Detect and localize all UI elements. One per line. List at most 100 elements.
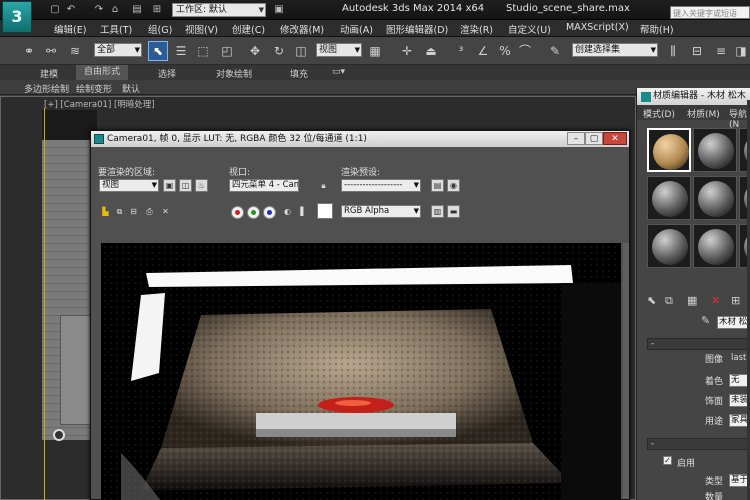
minimize-button[interactable]: – bbox=[567, 132, 585, 145]
named-selection-dropdown[interactable]: 创建选择集 ▼ bbox=[572, 43, 658, 57]
menu-create[interactable]: 创建(C) bbox=[232, 22, 265, 36]
new-icon[interactable]: ▢ bbox=[48, 3, 62, 16]
panel-defaults[interactable]: 默认 bbox=[122, 82, 140, 95]
blue-channel-toggle[interactable] bbox=[263, 206, 276, 219]
clear-icon[interactable]: ✕ bbox=[159, 205, 172, 218]
render-preset-dropdown[interactable]: ------------------- ▼ bbox=[341, 179, 421, 192]
menu-views[interactable]: 视图(V) bbox=[185, 22, 218, 36]
search-input[interactable]: 键入关键字或短语 bbox=[670, 6, 750, 19]
render-setup-icon[interactable]: ▤ bbox=[431, 179, 444, 192]
material-slot[interactable] bbox=[647, 128, 691, 172]
menu-tools[interactable]: 工具(T) bbox=[100, 22, 132, 36]
tab-object-paint[interactable]: 对象绘制 bbox=[216, 67, 252, 80]
toggle-ui-icon[interactable]: ▥ bbox=[431, 205, 444, 218]
save-image-icon[interactable]: ▙ bbox=[99, 205, 112, 218]
material-slot[interactable] bbox=[693, 128, 737, 172]
teapot-icon[interactable]: ♨ bbox=[195, 179, 208, 192]
bind-spacewarp-icon[interactable]: ≋ bbox=[66, 42, 84, 60]
menu-edit[interactable]: 编辑(E) bbox=[54, 22, 86, 36]
snap-3d-icon[interactable]: ³ bbox=[452, 42, 470, 60]
scale-icon[interactable]: ◫ bbox=[292, 42, 310, 60]
reference-coord-dropdown[interactable]: 视图 ▼ bbox=[316, 43, 362, 57]
material-slot[interactable] bbox=[647, 176, 691, 220]
rollout-header[interactable]: - bbox=[647, 338, 750, 350]
green-channel-toggle[interactable] bbox=[247, 206, 260, 219]
move-icon[interactable]: ✥ bbox=[246, 42, 264, 60]
undo-icon[interactable]: ↶ bbox=[64, 3, 78, 16]
app-logo[interactable]: 3 bbox=[2, 1, 32, 33]
tab-freeform[interactable]: 自由形式 bbox=[76, 65, 129, 80]
panel-paint-deform[interactable]: 绘制变形 bbox=[76, 82, 112, 95]
rotate-icon[interactable]: ↻ bbox=[270, 42, 288, 60]
get-material-icon[interactable]: ⬉ bbox=[647, 294, 656, 307]
alpha-channel-icon[interactable]: ◐ bbox=[281, 205, 294, 218]
reset-map-icon[interactable]: ✕ bbox=[711, 294, 720, 307]
enable-checkbox[interactable]: ✓ bbox=[663, 456, 672, 465]
viewport-light-gizmo[interactable] bbox=[53, 429, 65, 441]
menu-modes[interactable]: 模式(D) bbox=[643, 107, 675, 120]
monochrome-icon[interactable]: ▌ bbox=[297, 205, 310, 218]
copy-image-icon[interactable]: ⧉ bbox=[113, 205, 126, 218]
select-object-icon[interactable]: ⬉ bbox=[148, 41, 168, 61]
menu-rendering[interactable]: 渲染(R) bbox=[460, 22, 493, 36]
viewport-dropdown[interactable]: 四元菜单 4 - Cam bbox=[229, 179, 299, 192]
ribbon-options-icon[interactable]: ▭▾ bbox=[332, 67, 345, 77]
redo-icon[interactable]: ↷ bbox=[92, 3, 106, 16]
put-to-scene-icon[interactable]: ⧉ bbox=[665, 294, 673, 308]
menu-modifiers[interactable]: 修改器(M) bbox=[280, 22, 324, 36]
keyboard-shortcut-icon[interactable]: ⏏ bbox=[422, 42, 440, 60]
rollout-header[interactable]: - bbox=[647, 438, 750, 450]
open-icon[interactable]: ⌂ bbox=[108, 3, 122, 16]
menu-animation[interactable]: 动画(A) bbox=[340, 22, 373, 36]
eyedropper-icon[interactable]: ✎ bbox=[701, 314, 710, 327]
spinner-snap-icon[interactable]: ⌒ bbox=[516, 42, 534, 60]
help-icon[interactable]: ▣ bbox=[272, 3, 286, 16]
menu-group[interactable]: 组(G) bbox=[148, 22, 172, 36]
select-manipulate-icon[interactable]: ✛ bbox=[398, 42, 416, 60]
material-slot[interactable] bbox=[693, 176, 737, 220]
select-by-name-icon[interactable]: ☰ bbox=[172, 42, 190, 60]
angle-snap-icon[interactable]: ∠ bbox=[474, 42, 492, 60]
edit-named-selection-icon[interactable]: ✎ bbox=[546, 42, 564, 60]
tab-populate[interactable]: 填充 bbox=[290, 67, 308, 80]
viewport-label[interactable]: [+] [Camera01] [明暗处理] bbox=[44, 98, 155, 110]
tab-selection[interactable]: 选择 bbox=[158, 67, 176, 80]
unlink-icon[interactable]: ⚯ bbox=[42, 42, 60, 60]
material-name-field[interactable]: 木材 松木 bbox=[717, 316, 750, 329]
panel-polydraw[interactable]: 多边形绘制 bbox=[24, 82, 69, 95]
menu-graph-editors[interactable]: 图形编辑器(D) bbox=[386, 22, 448, 36]
layer-manager-icon[interactable]: ≡ bbox=[712, 42, 730, 60]
menu-material[interactable]: 材质(M) bbox=[687, 107, 720, 120]
material-slot[interactable] bbox=[647, 224, 691, 268]
make-unique-icon[interactable]: ⊞ bbox=[731, 294, 740, 307]
menu-customize[interactable]: 自定义(U) bbox=[508, 22, 551, 36]
auto-region-icon[interactable]: ◫ bbox=[179, 179, 192, 192]
percent-snap-icon[interactable]: % bbox=[496, 42, 514, 60]
area-to-render-dropdown[interactable]: 视图 ▼ bbox=[99, 179, 159, 192]
render-window-scrollbar[interactable] bbox=[623, 243, 629, 499]
save-icon[interactable]: ▤ bbox=[130, 3, 144, 16]
graphite-toggle-icon[interactable]: ◨ bbox=[732, 42, 750, 60]
print-icon[interactable]: ⎙ bbox=[143, 205, 156, 218]
red-channel-toggle[interactable] bbox=[231, 206, 244, 219]
color-swatch[interactable] bbox=[317, 203, 333, 219]
maximize-button[interactable]: ▢ bbox=[585, 132, 603, 145]
align-icon[interactable]: ⊟ bbox=[688, 42, 706, 60]
lock-icon[interactable]: 🔒︎ bbox=[317, 179, 330, 192]
toggle-overlay-icon[interactable]: ▬ bbox=[447, 205, 460, 218]
link-icon[interactable]: ⚭ bbox=[20, 42, 38, 60]
assign-to-selection-icon[interactable]: ▦ bbox=[687, 294, 697, 307]
channel-display-dropdown[interactable]: RGB Alpha ▼ bbox=[341, 205, 421, 218]
pivot-center-icon[interactable]: ▦ bbox=[366, 42, 384, 60]
material-slot[interactable] bbox=[693, 224, 737, 268]
selection-filter-dropdown[interactable]: 全部 ▼ bbox=[94, 43, 142, 57]
menu-help[interactable]: 帮助(H) bbox=[640, 22, 674, 36]
window-crossing-icon[interactable]: ◰ bbox=[218, 42, 236, 60]
mirror-icon[interactable]: ⫼ bbox=[664, 42, 682, 60]
tab-modeling[interactable]: 建模 bbox=[40, 67, 58, 80]
rect-selection-icon[interactable]: ⬚ bbox=[194, 42, 212, 60]
hold-icon[interactable]: ⊞ bbox=[150, 3, 164, 16]
menu-maxscript[interactable]: MAXScript(X) bbox=[566, 22, 629, 33]
rendered-image[interactable] bbox=[101, 243, 621, 500]
environment-icon[interactable]: ◉ bbox=[447, 179, 460, 192]
